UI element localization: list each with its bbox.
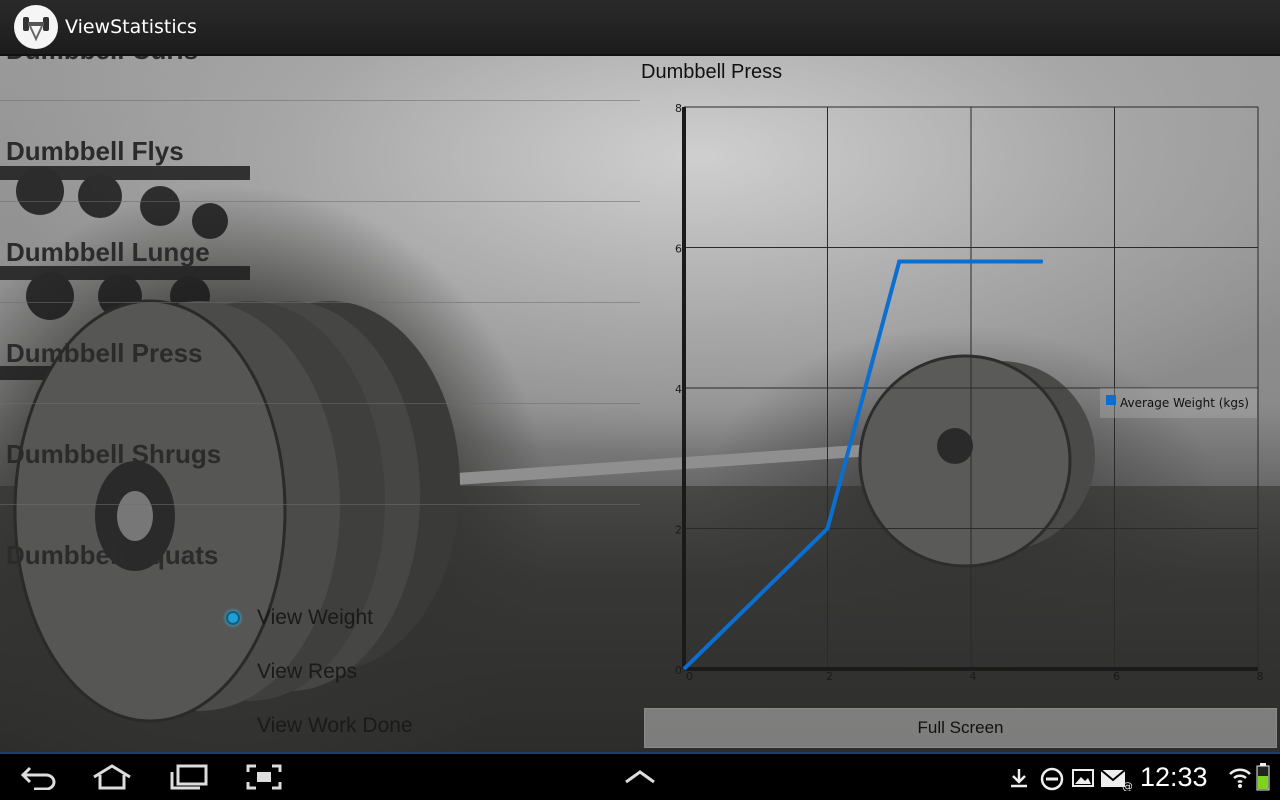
battery-icon	[1256, 763, 1270, 791]
screenshot-icon[interactable]	[246, 764, 282, 790]
do-not-disturb-icon	[1040, 767, 1064, 791]
dumbbell-logo-icon[interactable]	[14, 5, 58, 49]
back-icon[interactable]	[20, 764, 58, 790]
email-icon: @	[1100, 769, 1132, 791]
y-tick-label: 6	[675, 243, 682, 256]
legend-label: Average Weight (kgs)	[1120, 396, 1249, 410]
content-area: Dumbbell Curls Dumbbell Flys Dumbbell Lu…	[0, 56, 1280, 752]
x-tick-label: 6	[1113, 670, 1120, 683]
y-tick-label: 4	[675, 383, 682, 396]
x-tick-label: 2	[826, 670, 833, 683]
x-tick-label: 4	[970, 670, 977, 683]
x-tick-label: 0	[686, 670, 693, 683]
series-line	[682, 259, 1043, 671]
data-point	[827, 528, 828, 529]
chevron-up-icon[interactable]	[624, 770, 656, 784]
svg-text:@: @	[1122, 780, 1132, 791]
action-bar: ViewStatistics	[0, 0, 1280, 56]
data-point	[1042, 261, 1044, 263]
full-screen-button[interactable]: Full Screen	[644, 708, 1277, 748]
chart-legend: Average Weight (kgs)	[1100, 388, 1257, 418]
app-title: ViewStatistics	[65, 16, 197, 38]
home-icon[interactable]	[92, 764, 132, 790]
system-navigation-bar: @ 12:33	[0, 752, 1280, 800]
recent-apps-icon[interactable]	[170, 764, 208, 790]
line-chart[interactable]: 0 2 4 6 8 0 2 4 6 8	[0, 56, 1280, 706]
legend-swatch	[1106, 395, 1116, 405]
data-point	[683, 668, 685, 670]
gallery-icon	[1072, 769, 1094, 787]
radio-unselected-icon[interactable]	[226, 719, 240, 733]
radio-label: View Work Done	[257, 714, 413, 737]
status-clock: 12:33	[1140, 762, 1208, 792]
data-point	[898, 261, 900, 263]
wifi-icon	[1229, 768, 1251, 788]
y-tick-label: 2	[675, 524, 682, 537]
download-icon	[1011, 769, 1027, 788]
y-tick-label: 8	[675, 102, 682, 115]
data-point	[970, 261, 972, 263]
x-tick-label: 8	[1257, 670, 1264, 683]
radio-view-work-done[interactable]: View Work Done	[226, 699, 413, 752]
y-tick-label: 0	[675, 664, 682, 677]
